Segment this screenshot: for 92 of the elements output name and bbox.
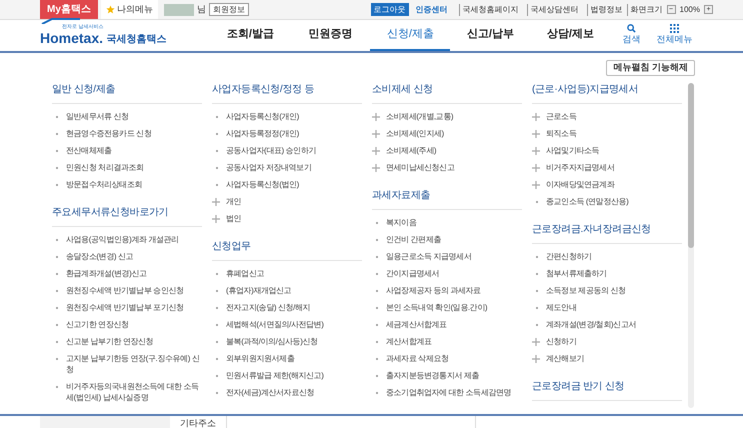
menu-link[interactable]: 사업자등록정정(개인) (226, 128, 299, 139)
menu-link[interactable]: 세금계산서합계표 (386, 319, 447, 330)
menu-link[interactable]: 전자고지(송달) 신청/해지 (226, 302, 310, 313)
section-heading: 주요세무서류신청바로가기 (52, 205, 202, 227)
section-heading: 과세자료제출 (372, 188, 522, 210)
menu-link[interactable]: 근로소득 (546, 111, 576, 122)
menu-link[interactable]: 간편신청하기 (546, 251, 592, 262)
header-link[interactable]: 법령정보 (586, 4, 623, 16)
menu-link[interactable]: 신청하기 (546, 336, 576, 347)
logout-button[interactable]: 로그아웃 (370, 3, 409, 16)
menu-link[interactable]: 민원신청 처리결과조회 (66, 162, 144, 173)
collapse-menu-button[interactable]: 메뉴펼침 기능해제 (606, 60, 695, 76)
menu-link[interactable]: 사업자등록신청(개인) (226, 111, 299, 122)
menu-link[interactable]: 인건비 간편제출 (386, 234, 442, 245)
section-heading: 사업자등록신청/정정 등 (212, 82, 362, 104)
section-heading: 근로장려금.자녀장려금신청 (532, 222, 682, 244)
field-label: 기타주소 (180, 416, 227, 428)
menu-link[interactable]: 휴폐업신고 (226, 268, 264, 279)
search-button[interactable]: 검색 (622, 24, 640, 47)
menu-link[interactable]: 소비제세(주세) (386, 145, 436, 156)
menu-link[interactable]: 고지분 납부기한등 연장(구.징수유예) 신청 (66, 353, 202, 375)
menu-link[interactable]: 원천징수세액 반기별납부 포기신청 (66, 302, 184, 313)
menu-link[interactable]: 이자배당및연금계좌 (546, 179, 614, 190)
section-heading: 소비제세 신청 (372, 82, 522, 104)
header-link[interactable]: 국세청홈페이지 (458, 4, 519, 16)
nav-tab[interactable]: 신청/제출 (370, 20, 450, 51)
menu-link[interactable]: 외부위원지원서제출 (226, 353, 294, 364)
nav-tab[interactable]: 신고/납부 (450, 20, 530, 51)
menu-link[interactable]: 첨부서류제출하기 (546, 268, 607, 279)
menu-link[interactable]: 소득정보 제공동의 신청 (546, 285, 626, 296)
menu-link[interactable]: 계좌개설(변경/철회)신고서 (546, 319, 636, 330)
grid-icon (670, 24, 679, 34)
menu-link[interactable]: 전산매체제출 (66, 145, 112, 156)
menu-link[interactable]: 신고분 납부기한 연장신청 (66, 336, 154, 347)
cert-center-link[interactable]: 인증센터 (416, 4, 448, 16)
menu-link[interactable]: 면세미납세신청신고 (386, 162, 454, 173)
menu-link[interactable]: 출자지분등변경통지서 제출 (386, 370, 480, 381)
menu-link[interactable]: 신고기한 연장신청 (66, 319, 129, 330)
menu-link[interactable]: 세법해석(서면질의/사전답변) (226, 319, 324, 330)
blurred-name (164, 4, 194, 16)
menu-link[interactable]: 송달장소(변경) 신고 (66, 251, 134, 262)
menu-link[interactable]: 비거주자등의국내원천소득에 대한 소득세(법인세) 납세사실증명 (66, 381, 202, 403)
logo-name: 국세청홈택스 (106, 33, 166, 47)
menu-link[interactable]: 현금영수증전용카드 신청 (66, 128, 152, 139)
scrollbar[interactable] (688, 83, 694, 408)
menu-link[interactable]: 일반세무서류 신청 (66, 111, 129, 122)
menu-link[interactable]: 전자(세금)계산서자료신청 (226, 387, 314, 398)
star-icon (106, 5, 115, 14)
menu-link[interactable]: 일용근로소득 지급명세서 (386, 251, 472, 262)
menu-link[interactable]: 종교인소득 (연말정산용) (546, 196, 628, 207)
menu-link[interactable]: 환급계좌개설(변경)신고 (66, 268, 147, 279)
all-menu-button[interactable]: 전체메뉴 (656, 24, 692, 47)
menu-link[interactable]: 계산서합계표 (386, 336, 432, 347)
section-heading: 일반 신청/제출 (52, 82, 202, 104)
menu-link[interactable]: 간이지급명세서 (386, 268, 440, 279)
menu-link[interactable]: 복지이음 (386, 217, 416, 228)
menu-link[interactable]: 민원서류발급 제한(해지신고) (226, 370, 324, 381)
user-suffix: 님 (196, 2, 206, 16)
menu-link[interactable]: 원천징수세액 반기별납부 승인신청 (66, 285, 184, 296)
menu-link[interactable]: 불복(과적/이의/심사등)신청 (226, 336, 318, 347)
menu-link[interactable]: 사업자등록신청(법인) (226, 179, 299, 190)
menu-link[interactable]: 법인 (226, 213, 242, 224)
section-heading: (근로·사업등)지급명세서 (532, 82, 682, 104)
search-icon (626, 24, 636, 34)
zoom-label: 화면크기 (626, 4, 663, 16)
menu-link[interactable]: 계산해보기 (546, 353, 584, 364)
member-info-button[interactable]: 회원정보 (208, 3, 249, 16)
zoom-value: 100% (680, 4, 700, 16)
nav-tab[interactable]: 상담/제보 (530, 20, 610, 51)
menu-link[interactable]: (휴업자)재개업신고 (226, 285, 292, 296)
menu-link[interactable]: 퇴직소득 (546, 128, 576, 139)
menu-link[interactable]: 방문접수처리상태조회 (66, 179, 142, 190)
header-link[interactable]: 국세상담센터 (526, 4, 579, 16)
menu-link[interactable]: 과세자료 삭제요청 (386, 353, 449, 364)
section-heading: 근로장려금 반기 신청 (532, 379, 682, 401)
menu-link[interactable]: 사업및기타소득 (546, 145, 600, 156)
menu-link[interactable]: 공동사업자 저장내역보기 (226, 162, 312, 173)
menu-link[interactable]: 비거주자지급명세서 (546, 162, 614, 173)
nav-tab[interactable]: 민원증명 (290, 20, 370, 51)
menu-link[interactable]: 개인 (226, 196, 242, 207)
menu-link[interactable]: 본인 소득내역 확인(일용.간이) (386, 302, 488, 313)
menu-link[interactable]: 사업장제공자 등의 과세자료 (386, 285, 481, 296)
menu-link[interactable]: 중소기업취업자에 대한 소득세감면명 (386, 387, 512, 398)
nav-tab[interactable]: 조회/발급 (210, 20, 290, 51)
menu-link[interactable]: 소비제세(인지세) (386, 128, 444, 139)
my-hometax-link[interactable]: My홈택스 (40, 0, 98, 19)
menu-link[interactable]: 제도안내 (546, 302, 576, 313)
my-menu-link[interactable]: 나의메뉴 (100, 0, 158, 19)
menu-link[interactable]: 사업용(공익법인용)계좌 개설관리 (66, 234, 179, 245)
menu-link[interactable]: 소비제세(개별,교통) (386, 111, 454, 122)
menu-link[interactable]: 공동사업자(대표) 승인하기 (226, 145, 316, 156)
section-heading: 신청업무 (212, 239, 362, 261)
